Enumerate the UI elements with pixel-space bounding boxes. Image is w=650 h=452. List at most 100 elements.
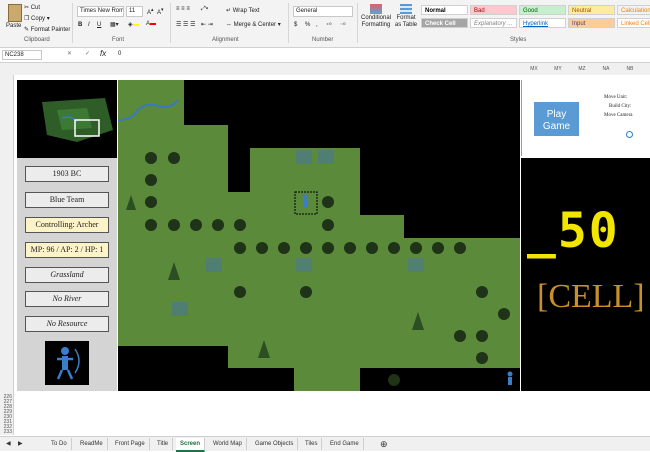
font-size-select[interactable]: 11 xyxy=(126,6,143,17)
number-format-select[interactable]: General xyxy=(293,6,353,17)
font-color-icon[interactable]: A xyxy=(146,21,157,27)
row-headers: 226 227 228 229 230 231 232 233 xyxy=(0,75,14,435)
formula-input[interactable]: 0 xyxy=(116,50,646,60)
cell-style-option[interactable]: Check Cell xyxy=(421,18,468,28)
tab-tiles[interactable]: Tiles xyxy=(301,438,323,450)
tab-end-game[interactable]: End Game xyxy=(326,438,364,450)
controlling-display: Controlling: Archer xyxy=(25,217,109,233)
move-camera-label: Move Camera xyxy=(604,113,633,118)
decrease-font-icon[interactable]: A▾ xyxy=(157,7,164,16)
wrap-text-button[interactable]: ↵ Wrap Text xyxy=(226,7,260,14)
minimap-canvas xyxy=(42,98,113,142)
fx-button[interactable]: fx xyxy=(100,49,106,58)
build-city-label: Build City: xyxy=(609,104,632,109)
archer-unit-icon xyxy=(302,194,308,208)
comma-button[interactable]: , xyxy=(316,22,318,28)
enter-icon[interactable]: ✓ xyxy=(85,50,90,57)
row-header[interactable]: 233 xyxy=(0,429,12,435)
align-left-icon[interactable]: ☰ ☰ ☰ xyxy=(176,21,195,28)
percent-button[interactable]: % xyxy=(305,22,310,28)
paste-icon xyxy=(8,4,22,22)
resource-display: No Resource xyxy=(25,316,109,332)
cell-style-option[interactable]: Good xyxy=(519,5,566,15)
column-header[interactable]: MY xyxy=(546,63,570,75)
font-group-label: Font xyxy=(112,37,125,43)
tab-readme[interactable]: ReadMe xyxy=(76,438,108,450)
table-icon xyxy=(400,4,412,14)
indent-icon[interactable]: ⇤ ⇥ xyxy=(201,21,213,28)
ribbon: Paste ✂ Cut ❐ Copy ▾ ✎ Format Painter Cl… xyxy=(0,0,650,48)
font-name-select[interactable]: Times New Roma xyxy=(77,6,124,17)
orientation-icon[interactable]: ⤢▾ xyxy=(201,6,208,13)
column-header[interactable]: MX xyxy=(522,63,546,75)
cell-style-option[interactable]: Calculation xyxy=(617,5,650,15)
format-as-table-button[interactable]: Format as Table xyxy=(393,4,419,29)
tab-to-do[interactable]: To Do xyxy=(47,438,72,450)
align-top-icon[interactable]: ≡ ≡ ≡ xyxy=(176,6,190,12)
minimap[interactable] xyxy=(17,80,117,158)
unit-portrait xyxy=(45,341,89,385)
bold-button[interactable]: B xyxy=(78,22,82,28)
cell-style-option[interactable]: Hyperlink xyxy=(519,18,566,28)
tab-nav-prev[interactable]: ◀ xyxy=(2,438,15,450)
cell-style-option[interactable]: Normal xyxy=(421,5,468,15)
enemy-unit-icon xyxy=(507,371,513,385)
alignment-group-label: Alignment xyxy=(212,37,239,43)
column-header[interactable]: MZ xyxy=(570,63,594,75)
paste-button[interactable]: Paste xyxy=(5,4,23,34)
decrease-decimal-icon[interactable]: ⁻⁰ xyxy=(340,22,346,29)
brush-icon: ✎ xyxy=(24,27,31,33)
team-display: Blue Team xyxy=(25,192,109,208)
map-canvas xyxy=(118,80,520,391)
merge-icon: ⇔ xyxy=(226,22,234,28)
currency-button[interactable]: $ xyxy=(294,22,297,28)
tab-world-map[interactable]: World Map xyxy=(209,438,247,450)
year-display: 1903 BC xyxy=(25,166,109,182)
copy-icon: ❐ xyxy=(24,16,32,22)
increase-decimal-icon[interactable]: ⁺⁰ xyxy=(326,22,332,29)
play-game-button[interactable]: Play Game xyxy=(534,102,579,136)
styles-group-label: Styles xyxy=(510,37,527,43)
play-panel: Play Game Move Unit: Build City: Move Cam… xyxy=(521,80,650,156)
wrap-icon: ↵ xyxy=(226,8,233,14)
move-unit-label: Move Unit: xyxy=(604,95,628,100)
scissors-icon: ✂ xyxy=(24,5,31,11)
grassland-tiles xyxy=(118,80,520,391)
cancel-icon[interactable]: ✕ xyxy=(67,50,72,57)
logo-line-2: [CELL] xyxy=(537,278,645,315)
sheet-tabs: ◀ ▶ To Do ReadMe Front Page Title Screen… xyxy=(0,436,650,452)
archer-icon xyxy=(56,347,80,380)
add-sheet-button[interactable]: ⊕ xyxy=(376,438,392,450)
column-header[interactable]: NA xyxy=(594,63,618,75)
underline-button[interactable]: U xyxy=(97,22,101,28)
conditional-formatting-button[interactable]: Conditional Formatting xyxy=(361,4,391,29)
name-box[interactable]: NC238 xyxy=(2,50,42,60)
column-header[interactable]: NB xyxy=(618,63,642,75)
river-display: No River xyxy=(25,291,109,307)
cell-style-option[interactable]: Bad xyxy=(470,5,517,15)
tab-title[interactable]: Title xyxy=(153,438,174,450)
fill-color-icon[interactable]: ◈ xyxy=(128,21,139,28)
cell-style-option[interactable]: Linked Cell xyxy=(617,18,650,28)
terrain-display: Grassland xyxy=(25,267,109,283)
tab-nav-next[interactable]: ▶ xyxy=(14,438,27,450)
clipboard-group-label: Clipboard xyxy=(24,37,50,43)
conditional-format-icon xyxy=(370,4,382,14)
camera-radio[interactable] xyxy=(626,131,633,138)
game-map[interactable] xyxy=(118,80,520,391)
logo-line-1: _50 xyxy=(527,203,620,259)
format-painter-button[interactable]: ✎ Format Painter xyxy=(24,26,70,33)
cell-style-option[interactable]: Explanatory ... xyxy=(470,18,517,28)
formula-bar: NC238 ✕ ✓ fx 0 xyxy=(0,48,650,63)
unit-stats-display: MP: 96 / AP: 2 / HP: 1 xyxy=(25,242,109,258)
tab-front-page[interactable]: Front Page xyxy=(111,438,150,450)
cell-style-option[interactable]: Neutral xyxy=(568,5,615,15)
italic-button[interactable]: I xyxy=(88,22,90,28)
borders-icon[interactable]: ▦▾ xyxy=(110,21,119,28)
increase-font-icon[interactable]: A▴ xyxy=(147,7,154,16)
copy-button[interactable]: ❐ Copy ▾ xyxy=(24,15,50,22)
tab-game-objects[interactable]: Game Objects xyxy=(251,438,299,450)
merge-center-button[interactable]: ⇔ Merge & Center ▾ xyxy=(226,21,281,28)
cell-style-option[interactable]: Input xyxy=(568,18,615,28)
cut-button[interactable]: ✂ Cut xyxy=(24,4,40,11)
